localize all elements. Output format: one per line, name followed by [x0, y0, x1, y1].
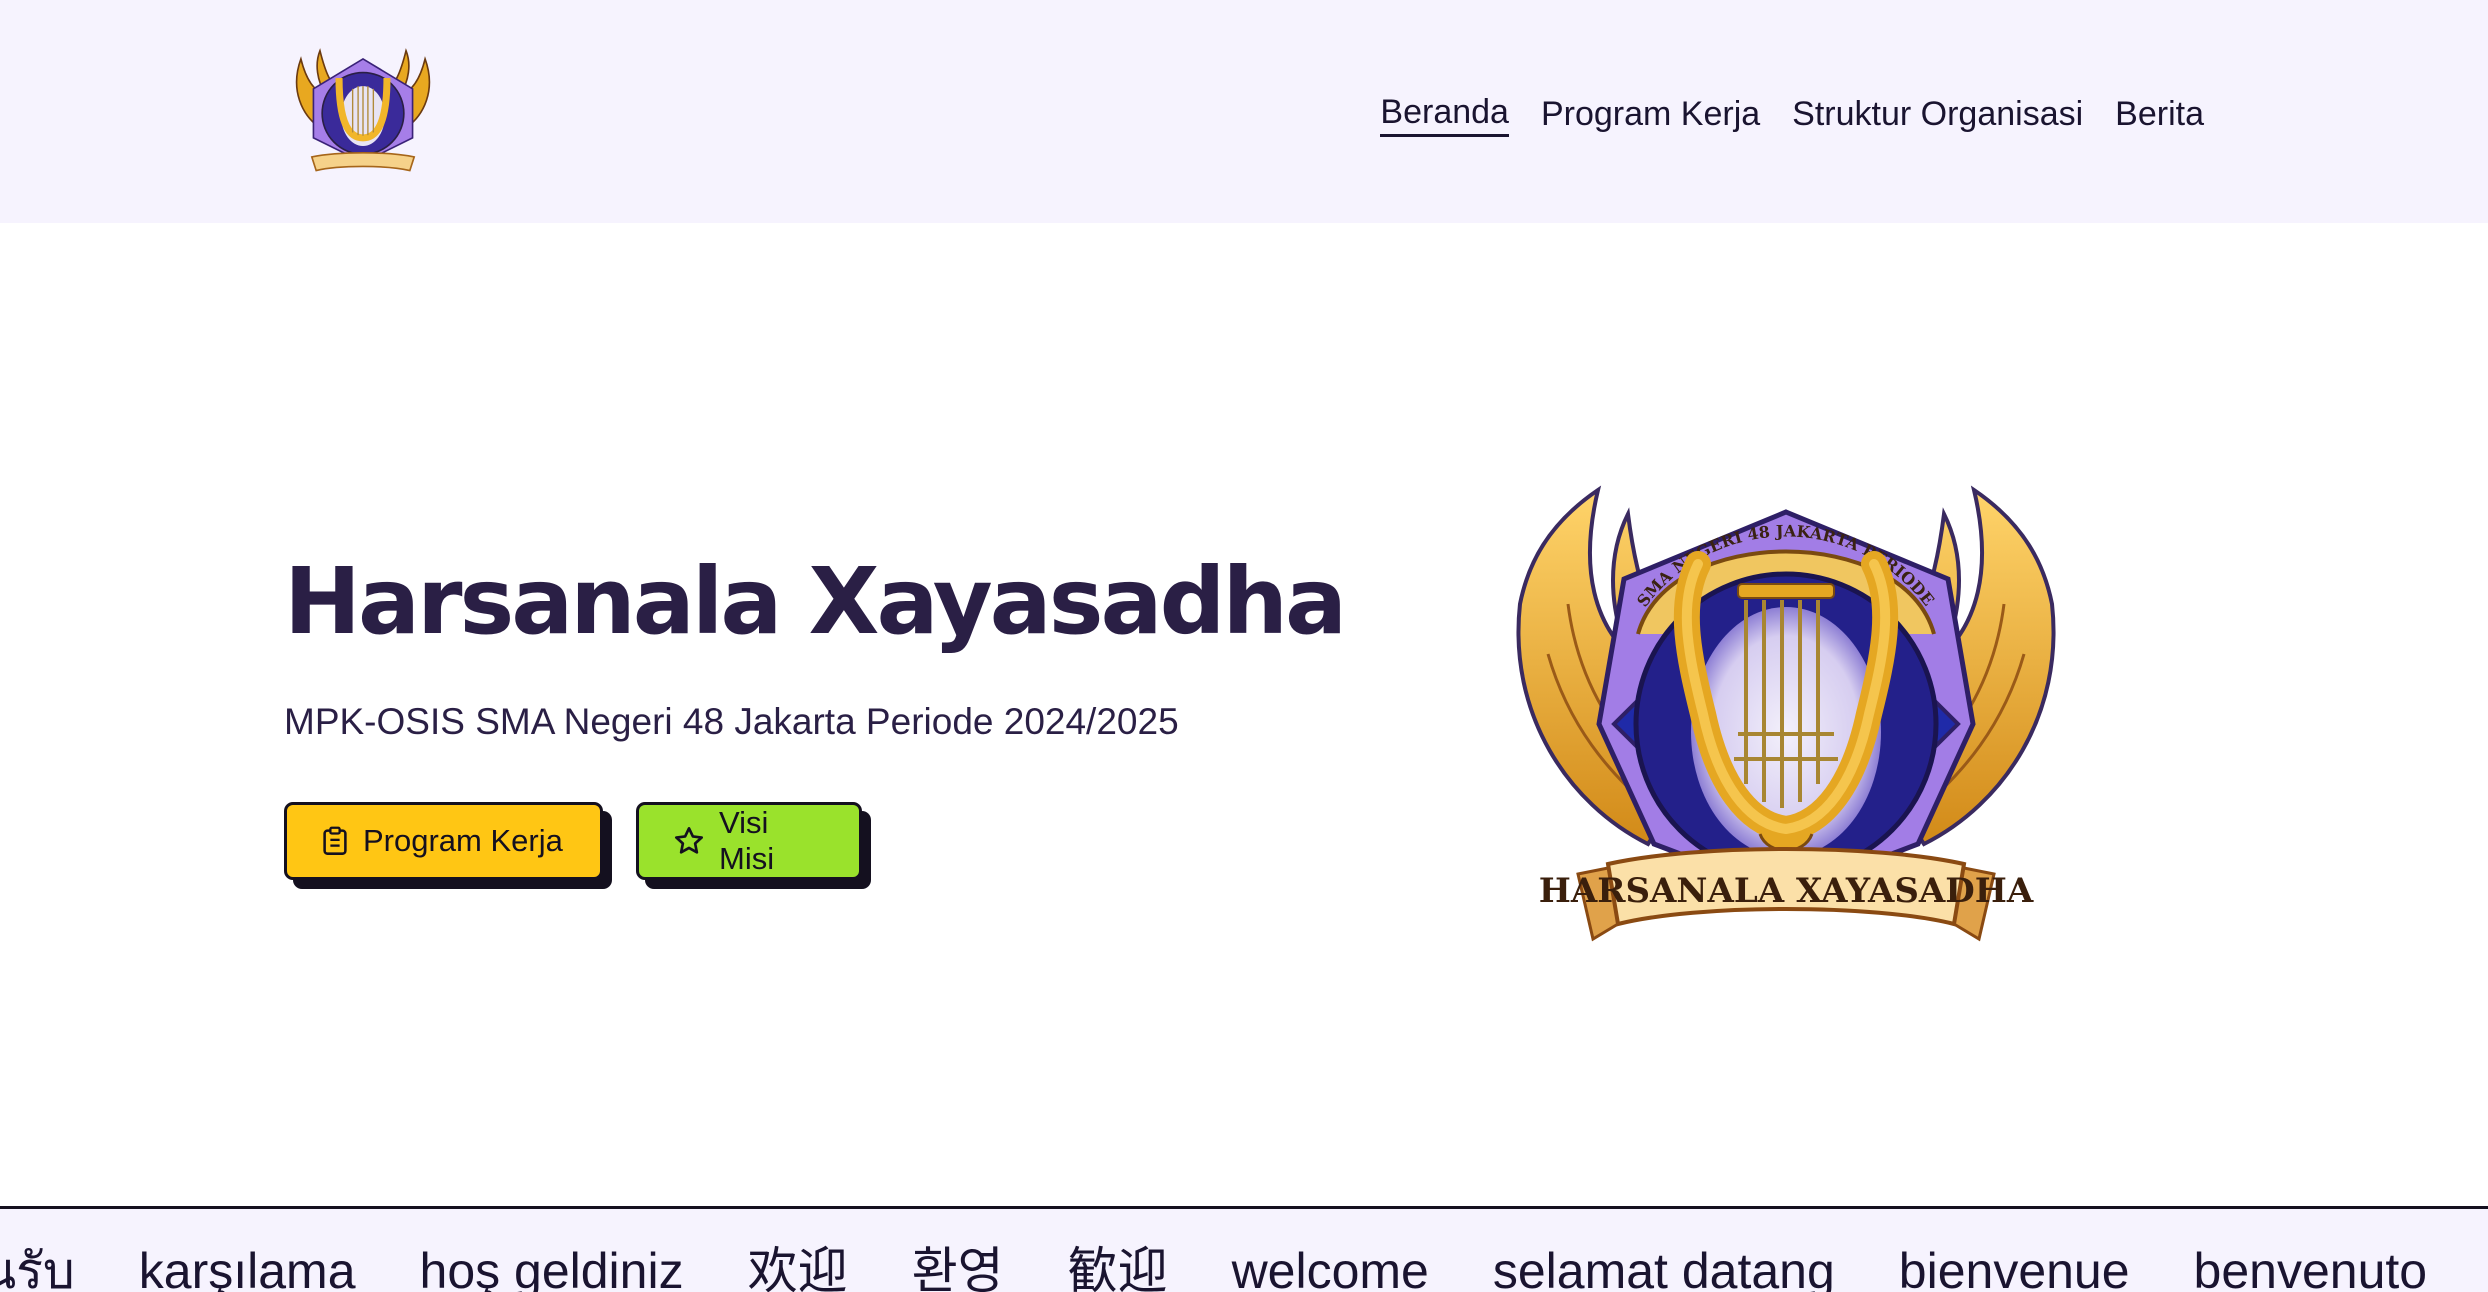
marquee-word: benvenuto — [2193, 1243, 2428, 1292]
hero-subtitle: MPK-OSIS SMA Negeri 48 Jakarta Periode 2… — [284, 701, 1179, 742]
page: Beranda Program Kerja Struktur Organisas… — [0, 0, 2488, 1292]
hero-title: Harsanala Xayasadha — [284, 548, 1347, 655]
site-header: Beranda Program Kerja Struktur Organisas… — [0, 0, 2488, 223]
program-kerja-button-label: Program Kerja — [363, 823, 563, 858]
marquee-word: selamat datang — [1492, 1243, 1835, 1292]
emblem-banner: HARSANALA XAYASADHA — [1539, 847, 2034, 942]
marquee-word: 歓迎 — [1067, 1243, 1168, 1292]
harsanala-emblem: MPK-OSIS SMA NEGERI 48 JAKARTA PERIODE 2… — [1498, 484, 2056, 942]
emblem-banner-text: HARSANALA XAYASADHA — [1539, 871, 2034, 911]
visi-misi-button[interactable]: Visi Misi — [636, 802, 862, 880]
welcome-marquee: นรับ karşılama hoş geldiniz 欢迎 환영 歓迎 wel… — [0, 1206, 2488, 1292]
marquee-word: 欢迎 — [747, 1243, 848, 1292]
marquee-word: นรับ — [0, 1243, 75, 1292]
star-icon — [675, 827, 703, 854]
nav-berita[interactable]: Berita — [2115, 92, 2204, 136]
marquee-word: hoş geldiniz — [419, 1243, 684, 1292]
marquee-word: bienvenue — [1898, 1243, 2130, 1292]
program-kerja-button[interactable]: Program Kerja — [284, 802, 603, 880]
marquee-track: นรับ karşılama hoş geldiniz 欢迎 환영 歓迎 wel… — [0, 1241, 2427, 1292]
marquee-word: karşılama — [138, 1243, 356, 1292]
marquee-word: welcome — [1231, 1243, 1429, 1292]
nav-struktur-organisasi[interactable]: Struktur Organisasi — [1792, 92, 2083, 136]
marquee-word: 환영 — [911, 1243, 1004, 1292]
nav-beranda[interactable]: Beranda — [1380, 90, 1509, 137]
main-nav: Beranda Program Kerja Struktur Organisas… — [1380, 90, 2204, 137]
site-logo[interactable] — [284, 48, 442, 176]
nav-program-kerja[interactable]: Program Kerja — [1541, 92, 1760, 136]
visi-misi-button-label: Visi Misi — [719, 805, 775, 876]
clipboard-icon — [323, 826, 347, 855]
